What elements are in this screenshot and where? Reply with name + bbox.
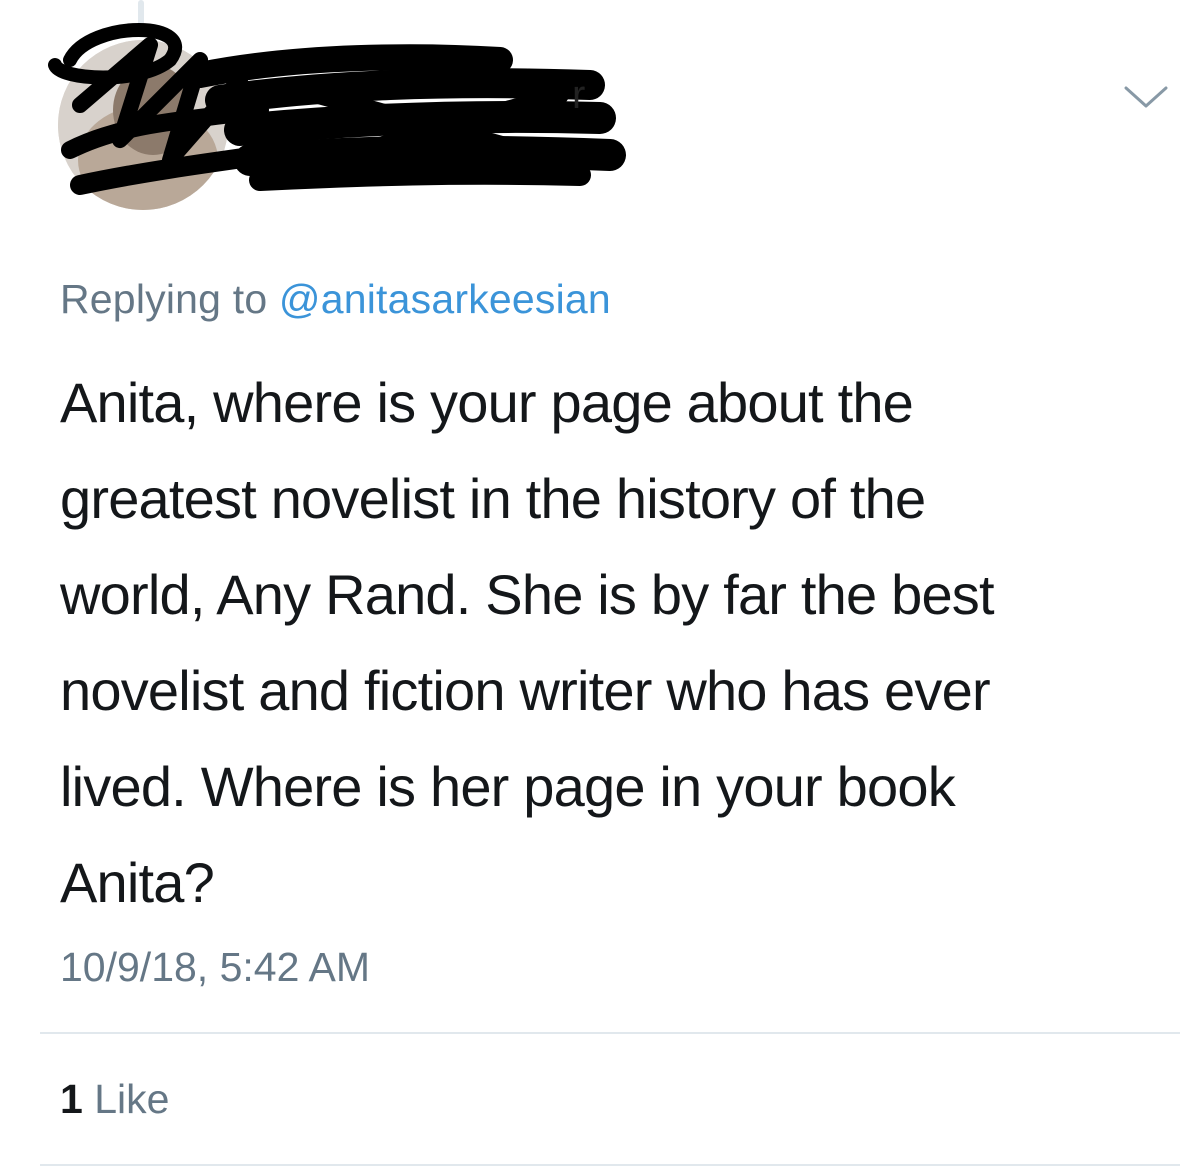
- divider: [40, 1032, 1180, 1034]
- tweet-text-line: Anita, where is your page about the: [60, 371, 914, 434]
- svg-text:r: r: [572, 73, 585, 117]
- tweet-text-line: lived. Where is her page in your book: [60, 755, 956, 818]
- chevron-down-icon[interactable]: [1122, 82, 1170, 112]
- tweet-text: Anita, where is your page about the grea…: [60, 355, 1170, 931]
- likes-link[interactable]: 1 Like: [60, 1076, 169, 1123]
- tweet-text-line: world, Any Rand. She is by far the best: [60, 563, 995, 626]
- divider-bottom: [40, 1164, 1180, 1166]
- like-label: Like: [94, 1076, 170, 1122]
- like-count: 1: [60, 1076, 83, 1122]
- tweet-text-line: Anita?: [60, 851, 215, 914]
- tweet-text-line: novelist and fiction writer who has ever: [60, 659, 991, 722]
- tweet-timestamp: 10/9/18, 5:42 AM: [60, 944, 371, 990]
- replying-to-handle-link[interactable]: @anitasarkeesian: [279, 276, 611, 322]
- tweet-text-line: greatest novelist in the history of the: [60, 467, 926, 530]
- replying-to-line: Replying to @anitasarkeesian: [60, 276, 611, 323]
- redaction-scribble: r: [48, 23, 626, 195]
- replying-to-label: Replying to: [60, 276, 268, 322]
